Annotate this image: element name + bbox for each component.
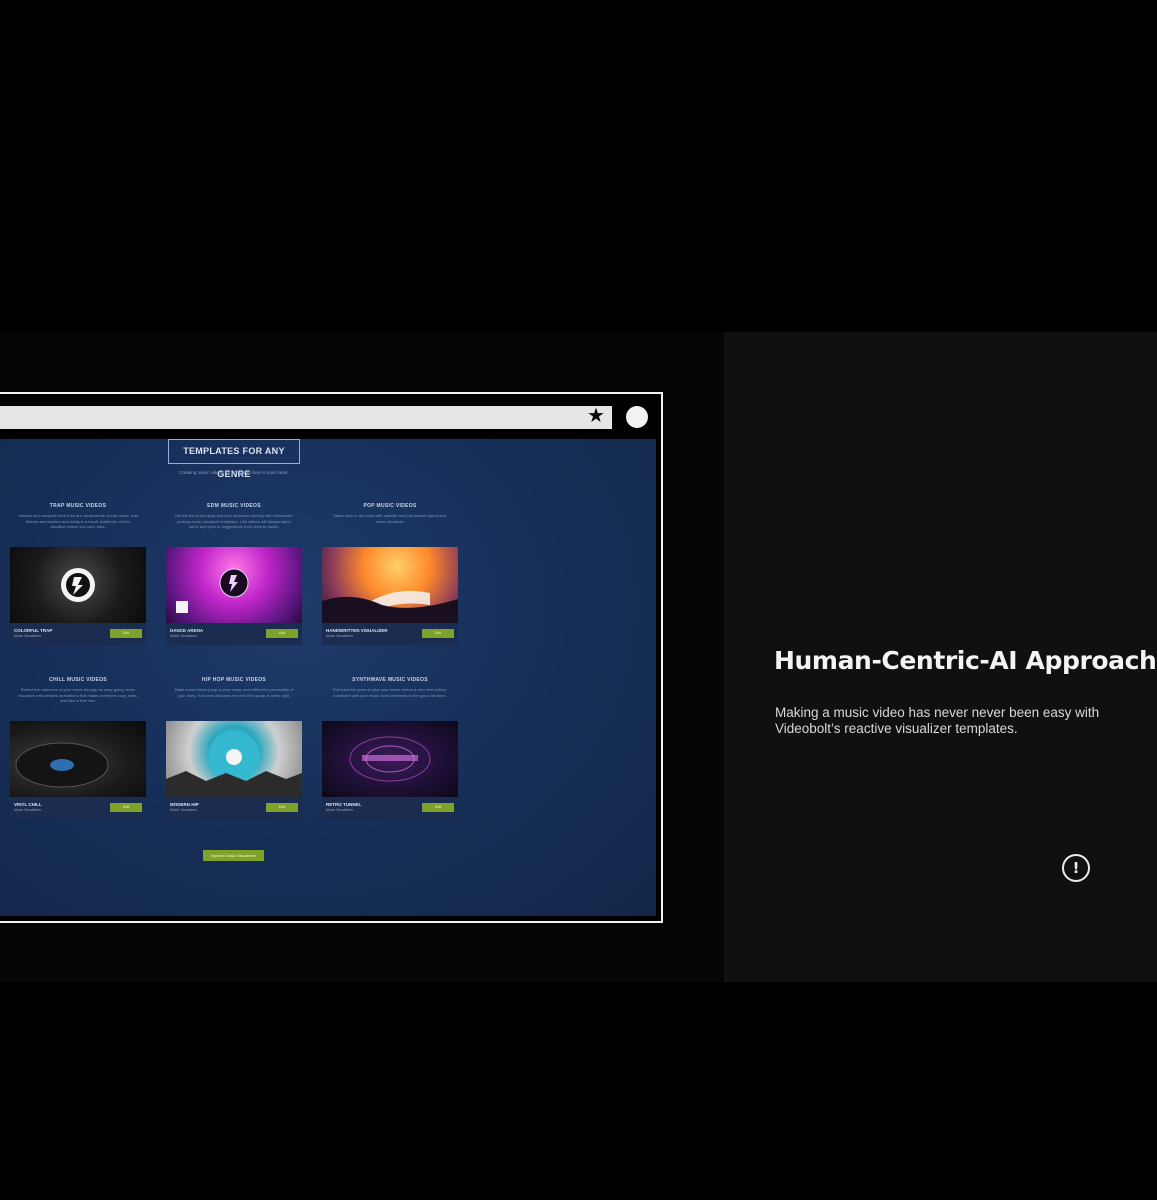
column-desc-synthwave: Roll back the years to give your music v… [332,687,448,698]
template-thumbnail[interactable] [322,547,458,623]
column-title-chill: CHILL MUSIC VIDEOS [49,677,107,683]
edit-button[interactable]: Edit [266,803,298,812]
template-card[interactable]: COLORFUL TRAP Music Visualizers Edit [10,547,146,645]
column-desc-pop: Stand back in the room with satellite an… [333,513,447,524]
edit-button[interactable]: Edit [110,629,142,638]
card-title: RETRO TUNNEL [326,802,362,807]
column-desc-hiphop: Make some tribute jump at your music and… [174,687,294,698]
section-description: Making a music video has never never bee… [775,705,1100,736]
column-desc-trap: Smooth and complete here than are compon… [18,513,138,529]
template-thumbnail[interactable] [10,547,146,623]
column-desc-edm: Get the blood pumping and your audience … [174,513,294,529]
edit-button[interactable]: Edit [422,629,454,638]
card-title: VINYL CHILL [14,802,42,807]
card-category: Music Visualizers [170,808,197,812]
column-title-pop: POP MUSIC VIDEOS [363,503,417,509]
card-title: MODERN HIP [170,802,199,807]
column-title-hiphop: HIP HOP MUSIC VIDEOS [201,677,267,683]
edit-button[interactable]: Edit [266,629,298,638]
column-title-synthwave: SYNTHWAVE MUSIC VIDEOS [352,677,428,683]
card-category: Music Visualizers [170,634,197,638]
edit-button[interactable]: Edit [110,803,142,812]
info-icon[interactable]: ! [1062,854,1090,882]
section-headline: Human-Centric-AI Approach [774,646,1157,675]
address-bar[interactable] [0,406,612,429]
avatar-icon[interactable] [626,406,648,428]
column-title-edm: EDM MUSIC VIDEOS [207,503,261,509]
template-card[interactable]: VINYL CHILL Music Visualizers Edit [10,721,146,819]
template-thumbnail[interactable] [166,721,302,797]
column-title-trap: TRAP MUSIC VIDEOS [49,503,107,509]
templates-subheading: Creating music videos for one style clos… [179,470,289,475]
template-thumbnail[interactable] [166,547,302,623]
card-category: Music Visualizers [326,808,353,812]
template-card[interactable]: RETRO TUNNEL Music Visualizers Edit [322,721,458,819]
template-thumbnail[interactable] [322,721,458,797]
card-category: Music Visualizers [14,808,41,812]
template-thumbnail[interactable] [10,721,146,797]
card-category: Music Visualizers [14,634,41,638]
card-title: COLORFUL TRAP [14,628,53,633]
explore-music-visualizers-button[interactable]: Explore Music Visualizers [203,850,264,861]
template-card[interactable]: HANDWRITTEN VISUALIZER Music Visualizers… [322,547,458,645]
edit-button[interactable]: Edit [422,803,454,812]
templates-heading: TEMPLATES FOR ANY GENRE [168,439,300,479]
template-card[interactable]: DANCE ARENA Music Visualizers Edit [166,547,302,645]
website-screenshot: TEMPLATES FOR ANY GENRE Creating music v… [0,439,656,916]
column-desc-chill: Reflect the calmness of your music throu… [18,687,138,703]
template-card[interactable]: MODERN HIP Music Visualizers Edit [166,721,302,819]
card-category: Music Visualizers [326,634,353,638]
star-icon[interactable]: ★ [587,404,605,428]
card-title: DANCE ARENA [170,628,204,633]
card-title: HANDWRITTEN VISUALIZER [326,628,388,633]
